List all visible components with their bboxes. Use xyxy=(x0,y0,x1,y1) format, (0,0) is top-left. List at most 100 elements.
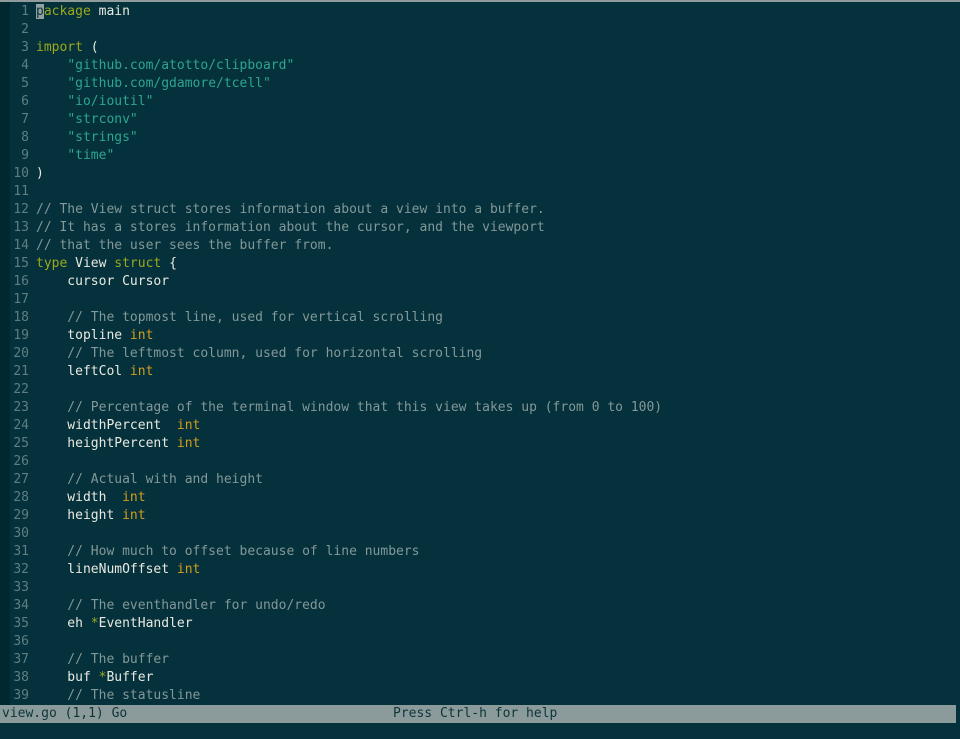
code-line[interactable]: 3import ( xyxy=(0,39,960,57)
code-line[interactable]: 5 "github.com/gdamore/tcell" xyxy=(0,75,960,93)
line-number: 5 xyxy=(0,75,29,93)
line-number: 2 xyxy=(0,21,29,39)
code-line[interactable]: 24 widthPercent int xyxy=(0,417,960,435)
code-area[interactable]: 1package main23import (4 "github.com/ato… xyxy=(0,3,960,705)
code-line[interactable]: 17 xyxy=(0,291,960,309)
code-text: "github.com/gdamore/tcell" xyxy=(29,75,271,93)
code-line[interactable]: 11 xyxy=(0,183,960,201)
code-line[interactable]: 10) xyxy=(0,165,960,183)
line-number: 32 xyxy=(0,561,29,579)
code-line[interactable]: 19 topline int xyxy=(0,327,960,345)
code-line[interactable]: 2 xyxy=(0,21,960,39)
code-line[interactable]: 31 // How much to offset because of line… xyxy=(0,543,960,561)
line-number: 37 xyxy=(0,651,29,669)
micro-editor-window: 1package main23import (4 "github.com/ato… xyxy=(0,0,960,739)
code-line[interactable]: 8 "strings" xyxy=(0,129,960,147)
line-number: 12 xyxy=(0,201,29,219)
code-text: // It has a stores information about the… xyxy=(29,219,545,237)
code-text xyxy=(29,579,36,597)
line-number: 35 xyxy=(0,615,29,633)
code-line[interactable]: 30 xyxy=(0,525,960,543)
code-text: lineNumOffset int xyxy=(29,561,200,579)
line-number: 15 xyxy=(0,255,29,273)
code-text: "strconv" xyxy=(29,111,138,129)
line-number: 7 xyxy=(0,111,29,129)
line-number: 19 xyxy=(0,327,29,345)
code-line[interactable]: 18 // The topmost line, used for vertica… xyxy=(0,309,960,327)
line-number: 28 xyxy=(0,489,29,507)
code-text: // that the user sees the buffer from. xyxy=(29,237,333,255)
code-line[interactable]: 37 // The buffer xyxy=(0,651,960,669)
code-text xyxy=(29,525,36,543)
code-line[interactable]: 32 lineNumOffset int xyxy=(0,561,960,579)
code-text xyxy=(29,453,36,471)
code-text: height int xyxy=(29,507,146,525)
code-text: "github.com/atotto/clipboard" xyxy=(29,57,294,75)
code-line[interactable]: 12// The View struct stores information … xyxy=(0,201,960,219)
editor-viewport[interactable]: 1package main23import (4 "github.com/ato… xyxy=(0,2,960,705)
line-number: 17 xyxy=(0,291,29,309)
code-line[interactable]: 23 // Percentage of the terminal window … xyxy=(0,399,960,417)
code-text: // The topmost line, used for vertical s… xyxy=(29,309,443,327)
line-number: 31 xyxy=(0,543,29,561)
code-text: // The statusline xyxy=(29,687,200,705)
code-line[interactable]: 13// It has a stores information about t… xyxy=(0,219,960,237)
code-line[interactable]: 6 "io/ioutil" xyxy=(0,93,960,111)
status-file-info: view.go (1,1) Go xyxy=(2,706,127,721)
code-text: widthPercent int xyxy=(29,417,200,435)
code-text: package main xyxy=(29,3,130,21)
code-text: ) xyxy=(29,165,44,183)
line-number: 10 xyxy=(0,165,29,183)
code-line[interactable]: 28 width int xyxy=(0,489,960,507)
line-number: 36 xyxy=(0,633,29,651)
code-text: // Percentage of the terminal window tha… xyxy=(29,399,662,417)
line-number: 27 xyxy=(0,471,29,489)
code-line[interactable]: 4 "github.com/atotto/clipboard" xyxy=(0,57,960,75)
code-line[interactable]: 35 eh *EventHandler xyxy=(0,615,960,633)
code-line[interactable]: 34 // The eventhandler for undo/redo xyxy=(0,597,960,615)
line-number: 21 xyxy=(0,363,29,381)
text-cursor: p xyxy=(36,4,44,19)
code-line[interactable]: 26 xyxy=(0,453,960,471)
line-number: 23 xyxy=(0,399,29,417)
code-line[interactable]: 16 cursor Cursor xyxy=(0,273,960,291)
code-line[interactable]: 38 buf *Buffer xyxy=(0,669,960,687)
code-line[interactable]: 15type View struct { xyxy=(0,255,960,273)
code-line[interactable]: 39 // The statusline xyxy=(0,687,960,705)
code-text xyxy=(29,633,36,651)
line-number: 29 xyxy=(0,507,29,525)
line-number: 1 xyxy=(0,3,29,21)
code-line[interactable]: 29 height int xyxy=(0,507,960,525)
code-text: topline int xyxy=(29,327,153,345)
code-line[interactable]: 1package main xyxy=(0,3,960,21)
line-number: 3 xyxy=(0,39,29,57)
code-text: // The leftmost column, used for horizon… xyxy=(29,345,482,363)
code-text: import ( xyxy=(29,39,99,57)
line-number: 26 xyxy=(0,453,29,471)
status-bar: view.go (1,1) Go Press Ctrl-h for help xyxy=(0,705,956,723)
line-number: 18 xyxy=(0,309,29,327)
code-text: leftCol int xyxy=(29,363,153,381)
code-line[interactable]: 14// that the user sees the buffer from. xyxy=(0,237,960,255)
code-line[interactable]: 21 leftCol int xyxy=(0,363,960,381)
code-line[interactable]: 25 heightPercent int xyxy=(0,435,960,453)
code-line[interactable]: 20 // The leftmost column, used for hori… xyxy=(0,345,960,363)
code-text: // The eventhandler for undo/redo xyxy=(29,597,326,615)
line-number: 20 xyxy=(0,345,29,363)
command-line-area[interactable] xyxy=(0,723,960,739)
code-line[interactable]: 7 "strconv" xyxy=(0,111,960,129)
line-number: 39 xyxy=(0,687,29,705)
line-number: 22 xyxy=(0,381,29,399)
code-text: type View struct { xyxy=(29,255,177,273)
code-text: "time" xyxy=(29,147,114,165)
code-line[interactable]: 33 xyxy=(0,579,960,597)
code-line[interactable]: 27 // Actual with and height xyxy=(0,471,960,489)
line-number: 38 xyxy=(0,669,29,687)
code-line[interactable]: 36 xyxy=(0,633,960,651)
code-line[interactable]: 9 "time" xyxy=(0,147,960,165)
line-number: 14 xyxy=(0,237,29,255)
code-text: heightPercent int xyxy=(29,435,200,453)
line-number: 16 xyxy=(0,273,29,291)
code-line[interactable]: 22 xyxy=(0,381,960,399)
code-text xyxy=(29,21,36,39)
